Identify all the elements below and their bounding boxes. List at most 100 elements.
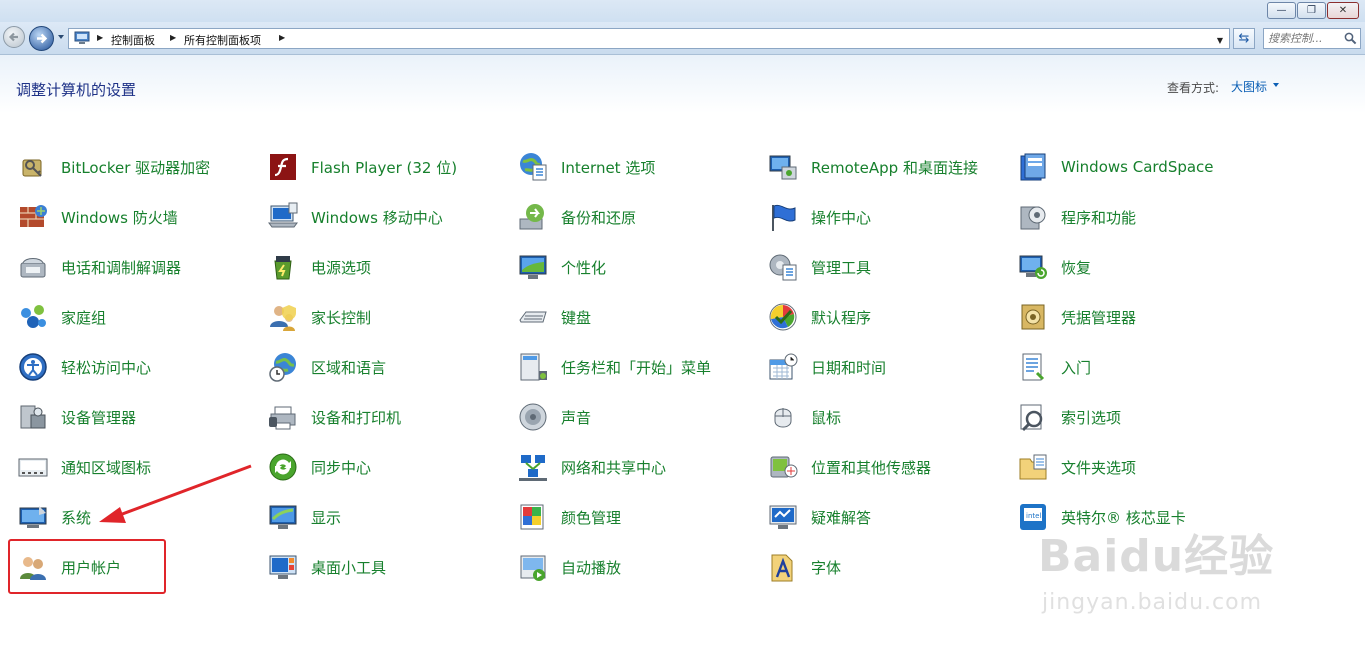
control-panel-item-label[interactable]: 恢复 [1061, 257, 1091, 278]
control-panel-item-label[interactable]: 任务栏和「开始」菜单 [561, 357, 711, 378]
breadcrumb-separator[interactable]: ▶ [170, 33, 176, 42]
search-icon[interactable] [1344, 32, 1357, 45]
control-panel-item-label[interactable]: 设备和打印机 [311, 407, 401, 428]
close-button[interactable]: ✕ [1327, 2, 1359, 19]
control-panel-item[interactable]: 入门 [1000, 350, 1240, 384]
control-panel-item[interactable]: 桌面小工具 [250, 550, 490, 584]
control-panel-item-label[interactable]: 颜色管理 [561, 507, 621, 528]
breadcrumb-all-items[interactable]: 所有控制面板项 [184, 32, 261, 48]
control-panel-item[interactable]: 默认程序 [750, 300, 990, 334]
control-panel-item-label[interactable]: 电源选项 [311, 257, 371, 278]
control-panel-item[interactable]: Windows 移动中心 [250, 200, 490, 234]
control-panel-item-label[interactable]: 同步中心 [311, 457, 371, 478]
control-panel-item[interactable]: 自动播放 [500, 550, 740, 584]
control-panel-item-label[interactable]: 电话和调制解调器 [61, 257, 181, 278]
control-panel-item[interactable]: 恢复 [1000, 250, 1240, 284]
control-panel-item[interactable]: 声音 [500, 400, 740, 434]
search-field[interactable] [1263, 28, 1361, 49]
control-panel-item[interactable]: 电话和调制解调器 [0, 250, 240, 284]
control-panel-item-label[interactable]: 凭据管理器 [1061, 307, 1136, 328]
control-panel-item[interactable]: 字体 [750, 550, 990, 584]
control-panel-item-label[interactable]: 程序和功能 [1061, 207, 1136, 228]
control-panel-item-label[interactable]: 网络和共享中心 [561, 457, 666, 478]
control-panel-item-label[interactable]: 疑难解答 [811, 507, 871, 528]
control-panel-item[interactable]: 键盘 [500, 300, 740, 334]
control-panel-item-label[interactable]: 键盘 [561, 307, 591, 328]
control-panel-item-label[interactable]: 自动播放 [561, 557, 621, 578]
control-panel-item-label[interactable]: 操作中心 [811, 207, 871, 228]
control-panel-item-label[interactable]: 位置和其他传感器 [811, 457, 931, 478]
control-panel-item-label[interactable]: 桌面小工具 [311, 557, 386, 578]
breadcrumb-control-panel[interactable]: 控制面板 [111, 32, 155, 48]
control-panel-item[interactable]: 设备管理器 [0, 400, 240, 434]
maximize-button[interactable]: ❐ [1297, 2, 1326, 19]
control-panel-item[interactable]: 程序和功能 [1000, 200, 1240, 234]
control-panel-item-label[interactable]: Windows 移动中心 [311, 207, 443, 228]
control-panel-item-label[interactable]: 日期和时间 [811, 357, 886, 378]
control-panel-item[interactable]: 家长控制 [250, 300, 490, 334]
view-by-chevron-down-icon[interactable] [1273, 83, 1279, 87]
minimize-button[interactable]: — [1267, 2, 1296, 19]
control-panel-item[interactable]: 日期和时间 [750, 350, 990, 384]
control-panel-item[interactable]: 个性化 [500, 250, 740, 284]
control-panel-item-label[interactable]: 管理工具 [811, 257, 871, 278]
control-panel-item-label[interactable]: BitLocker 驱动器加密 [61, 157, 210, 178]
control-panel-item[interactable]: RemoteApp 和桌面连接 [750, 150, 990, 184]
control-panel-item-label[interactable]: 设备管理器 [61, 407, 136, 428]
control-panel-item[interactable]: 系统 [0, 500, 240, 534]
control-panel-item-label[interactable]: 默认程序 [811, 307, 871, 328]
control-panel-item[interactable]: Windows 防火墙 [0, 200, 240, 234]
control-panel-item[interactable]: Internet 选项 [500, 150, 740, 184]
control-panel-item-label[interactable]: 文件夹选项 [1061, 457, 1136, 478]
control-panel-item[interactable]: 凭据管理器 [1000, 300, 1240, 334]
control-panel-item-label[interactable]: 系统 [61, 507, 91, 528]
control-panel-item-label[interactable]: Internet 选项 [561, 157, 655, 178]
control-panel-item-label[interactable]: 家庭组 [61, 307, 106, 328]
control-panel-item[interactable]: 鼠标 [750, 400, 990, 434]
control-panel-item[interactable]: 任务栏和「开始」菜单 [500, 350, 740, 384]
address-chevron-down-icon[interactable]: ▼ [1217, 36, 1223, 45]
control-panel-item-label[interactable]: 入门 [1061, 357, 1091, 378]
address-field[interactable]: ▶ 控制面板 ▶ 所有控制面板项 ▶ ▼ [68, 28, 1230, 49]
control-panel-item[interactable]: BitLocker 驱动器加密 [0, 150, 240, 184]
control-panel-item-label[interactable]: 区域和语言 [311, 357, 386, 378]
control-panel-item[interactable]: 文件夹选项 [1000, 450, 1240, 484]
control-panel-item[interactable]: 操作中心 [750, 200, 990, 234]
control-panel-item-label[interactable]: 鼠标 [811, 407, 841, 428]
control-panel-item[interactable]: 同步中心 [250, 450, 490, 484]
control-panel-item-label[interactable]: 字体 [811, 557, 841, 578]
back-button[interactable] [3, 26, 25, 48]
control-panel-item[interactable]: Windows CardSpace [1000, 150, 1240, 184]
control-panel-item[interactable]: 家庭组 [0, 300, 240, 334]
control-panel-item-label[interactable]: 轻松访问中心 [61, 357, 151, 378]
control-panel-item[interactable]: 电源选项 [250, 250, 490, 284]
view-by-dropdown[interactable]: 大图标 [1231, 78, 1267, 95]
control-panel-item-label[interactable]: 声音 [561, 407, 591, 428]
control-panel-item[interactable]: 设备和打印机 [250, 400, 490, 434]
control-panel-item-label[interactable]: 个性化 [561, 257, 606, 278]
control-panel-item-label[interactable]: Windows 防火墙 [61, 207, 178, 228]
control-panel-item[interactable]: 轻松访问中心 [0, 350, 240, 384]
control-panel-item[interactable]: 管理工具 [750, 250, 990, 284]
control-panel-item-label[interactable]: 索引选项 [1061, 407, 1121, 428]
control-panel-item[interactable]: 网络和共享中心 [500, 450, 740, 484]
control-panel-item-label[interactable]: 家长控制 [311, 307, 371, 328]
control-panel-item-label[interactable]: Windows CardSpace [1061, 158, 1214, 176]
control-panel-item-label[interactable]: 显示 [311, 507, 341, 528]
breadcrumb-separator[interactable]: ▶ [97, 33, 103, 42]
control-panel-item[interactable]: Flash Player (32 位) [250, 150, 490, 184]
breadcrumb-separator[interactable]: ▶ [279, 33, 285, 42]
control-panel-item[interactable]: 索引选项 [1000, 400, 1240, 434]
forward-button[interactable] [29, 26, 54, 51]
control-panel-item[interactable]: 位置和其他传感器 [750, 450, 990, 484]
control-panel-item[interactable]: 区域和语言 [250, 350, 490, 384]
control-panel-item[interactable]: 颜色管理 [500, 500, 740, 534]
control-panel-item-label[interactable]: 备份和还原 [561, 207, 636, 228]
search-input[interactable] [1268, 31, 1340, 46]
control-panel-item-label[interactable]: Flash Player (32 位) [311, 157, 457, 178]
recent-pages-chevron-down-icon[interactable] [57, 33, 65, 41]
control-panel-item[interactable]: 通知区域图标 [0, 450, 240, 484]
control-panel-item-label[interactable]: RemoteApp 和桌面连接 [811, 157, 978, 178]
refresh-button[interactable]: ⇆ [1233, 28, 1255, 49]
control-panel-item-label[interactable]: 通知区域图标 [61, 457, 151, 478]
